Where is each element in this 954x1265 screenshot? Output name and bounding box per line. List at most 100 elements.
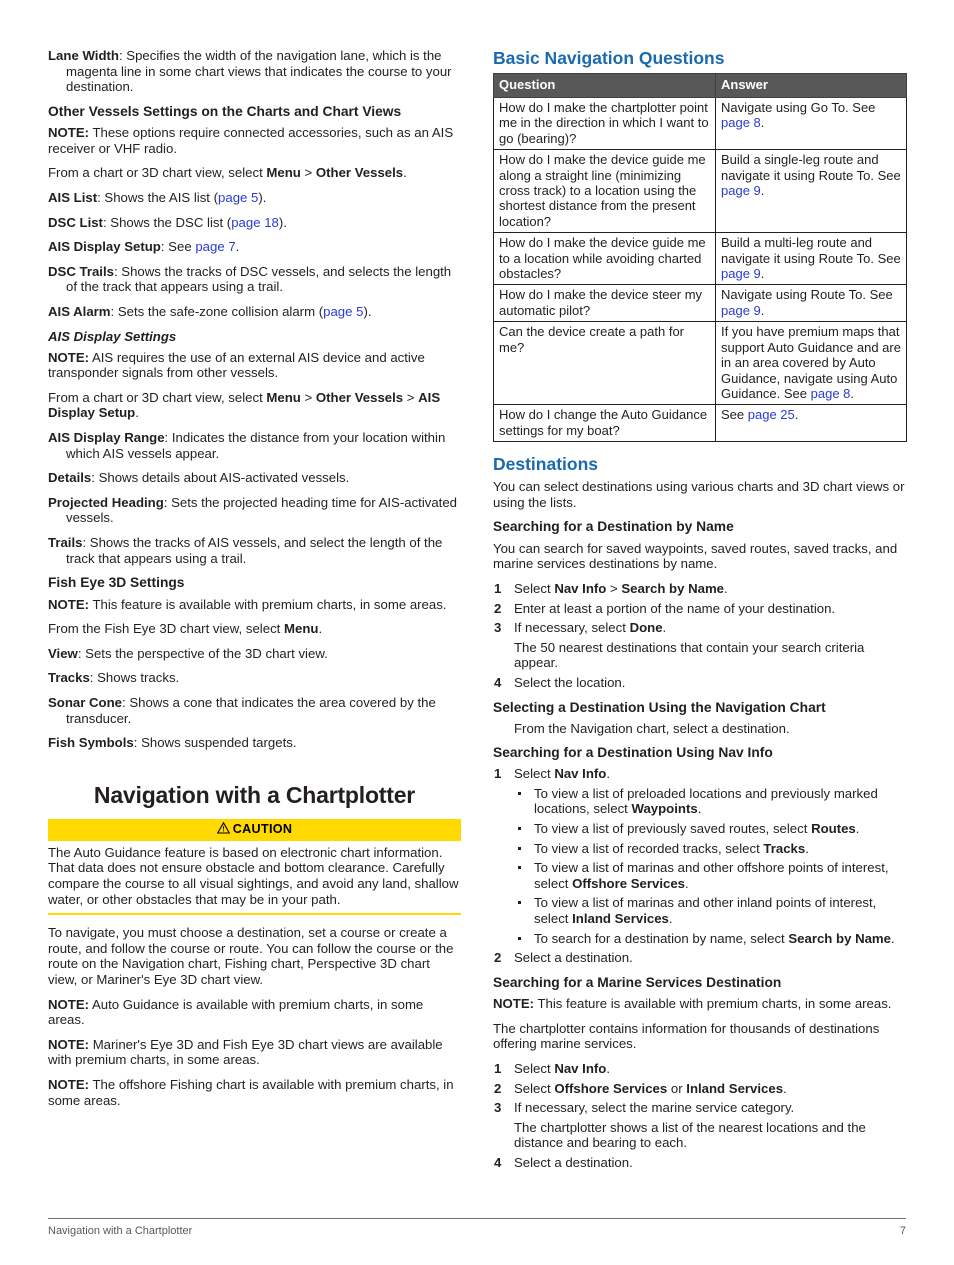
- cell-answer: Navigate using Route To. See page 9.: [715, 284, 907, 323]
- definition-text-after: .: [235, 239, 240, 255]
- note-text: Mariner's Eye 3D and Fish Eye 3D chart v…: [48, 1036, 443, 1068]
- step-period: .: [783, 1080, 787, 1096]
- ui-label: Nav Info: [554, 1060, 607, 1076]
- definition-text-after: ).: [363, 304, 372, 320]
- page-link[interactable]: page 25: [748, 407, 795, 422]
- step-item: 2 Enter at least a portion of the name of…: [493, 601, 906, 617]
- page-link[interactable]: page 18: [231, 215, 279, 230]
- ui-label: Waypoints: [631, 801, 698, 817]
- definition-lane-width: Lane Width: Specifies the width of the n…: [48, 48, 461, 95]
- definition-sonar-cone: Sonar Cone: Shows a cone that indicates …: [48, 695, 461, 726]
- answer-text-after: .: [760, 115, 765, 131]
- note-text: These options require connected accessor…: [48, 125, 454, 156]
- definition-text: : See: [160, 239, 196, 255]
- cell-answer: Build a multi-leg route and navigate it …: [715, 232, 907, 286]
- step-number: 2: [494, 1080, 502, 1096]
- heading-destinations: Destinations: [493, 454, 599, 475]
- step-text: Enter at least a portion of the name of …: [514, 600, 836, 616]
- definition-text-after: ).: [258, 190, 267, 206]
- marine-services-result-note: The chartplotter shows a list of the nea…: [514, 1119, 866, 1151]
- footer-chapter-label: Navigation with a Chartplotter: [48, 1225, 193, 1237]
- table-header-row: Question Answer: [493, 73, 907, 98]
- cell-question: How do I make the device steer my automa…: [493, 284, 716, 323]
- definition-text: : Shows the tracks of DSC vessels, and s…: [66, 263, 452, 295]
- menu-path-separator: >: [403, 389, 419, 405]
- list-item: To view a list of previously saved route…: [514, 821, 906, 837]
- page-link[interactable]: page 7: [195, 239, 235, 254]
- bullet-period: .: [685, 875, 689, 891]
- answer-text-after: .: [760, 183, 765, 199]
- step-item: 4 Select a destination.: [493, 1155, 906, 1171]
- term-ais-display-setup: AIS Display Setup: [48, 239, 161, 255]
- page-link[interactable]: page 5: [323, 304, 363, 319]
- select-nav-chart-body: From the Navigation chart, select a dest…: [514, 721, 790, 737]
- note-auto-guidance: NOTE: Auto Guidance is available with pr…: [48, 997, 461, 1028]
- heading-fish-eye-3d-settings: Fish Eye 3D Settings: [48, 575, 185, 591]
- definition-trails: Trails: Shows the tracks of AIS vessels,…: [48, 535, 461, 566]
- ui-label: Done: [629, 620, 663, 636]
- manual-page: Lane Width: Specifies the width of the n…: [0, 0, 954, 1265]
- definition-ais-display-setup: AIS Display Setup: See page 7.: [48, 239, 461, 255]
- term-ais-alarm: AIS Alarm: [48, 304, 111, 320]
- step-text: Select: [514, 581, 555, 596]
- answer-text-after: .: [760, 266, 765, 282]
- step-item: 1 Select Nav Info.: [493, 766, 906, 782]
- term-lane-width: Lane Width: [48, 48, 119, 63]
- heading-searching-destination-by-name: Searching for a Destination by Name: [493, 519, 734, 535]
- step-number: 1: [494, 766, 502, 782]
- menu-path-ais-display-setup: From a chart or 3D chart view, select Me…: [48, 390, 461, 421]
- page-link[interactable]: page 8: [721, 115, 761, 130]
- menu-path-period: .: [135, 405, 139, 421]
- step-text: Select the location.: [514, 674, 626, 690]
- step-text: Select: [514, 766, 555, 782]
- ui-label: Inland Services: [572, 910, 669, 926]
- heading-searching-destination-nav-info: Searching for a Destination Using Nav In…: [493, 744, 773, 760]
- step-item: 2 Select a destination.: [493, 950, 906, 966]
- term-ais-list: AIS List: [48, 190, 98, 206]
- list-item: To view a list of preloaded locations an…: [514, 786, 906, 817]
- definition-text: : Shows the AIS list (: [97, 190, 219, 206]
- term-projected-heading: Projected Heading: [48, 494, 164, 510]
- page-link[interactable]: page 5: [218, 190, 258, 205]
- menu-label: Menu: [284, 621, 319, 637]
- cell-question: How do I change the Auto Guidance settin…: [493, 404, 716, 443]
- page-footer: Navigation with a Chartplotter 7: [48, 1218, 906, 1238]
- search-by-name-result-note: The 50 nearest destinations that contain…: [514, 639, 865, 671]
- page-link[interactable]: page 9: [721, 266, 761, 281]
- step-number: 1: [494, 581, 502, 596]
- bullet-text: To view a list of recorded tracks, selec…: [534, 840, 764, 856]
- warning-triangle-icon: [216, 821, 231, 838]
- page-link[interactable]: page 8: [811, 386, 851, 401]
- definition-projected-heading: Projected Heading: Sets the projected he…: [48, 495, 461, 526]
- caution-box: CAUTION The Auto Guidance feature is bas…: [48, 818, 461, 916]
- step-number: 3: [494, 1100, 502, 1116]
- ui-label: Offshore Services: [572, 875, 686, 891]
- table-row: How do I change the Auto Guidance settin…: [493, 404, 907, 443]
- page-link[interactable]: page 9: [721, 303, 761, 318]
- ui-label: Nav Info: [554, 581, 607, 596]
- page-link[interactable]: page 9: [721, 183, 761, 198]
- step-number: 3: [494, 620, 502, 636]
- step-text: Select a destination.: [514, 950, 633, 966]
- step-item: 1 Select Nav Info > Search by Name.: [493, 581, 906, 597]
- definition-text: : Sets the safe-zone collision alarm (: [110, 304, 324, 320]
- ui-label: Nav Info: [554, 766, 607, 782]
- cell-answer: If you have premium maps that support Au…: [715, 321, 907, 406]
- definition-text: : Shows tracks.: [89, 670, 180, 686]
- list-item: To view a list of marinas and other offs…: [514, 860, 906, 891]
- definition-details: Details: Shows details about AIS-activat…: [48, 470, 461, 486]
- caution-bar: CAUTION: [48, 818, 461, 841]
- definition-text: : Shows suspended targets.: [133, 735, 297, 751]
- term-ais-display-range: AIS Display Range: [48, 430, 165, 445]
- cell-answer: Build a single-leg route and navigate it…: [715, 149, 907, 234]
- column-header-answer: Answer: [715, 73, 907, 98]
- step-number: 2: [494, 600, 502, 616]
- heading-basic-navigation-questions: Basic Navigation Questions: [493, 48, 725, 68]
- ui-label: Offshore Services: [554, 1080, 668, 1096]
- menu-label: Menu: [266, 165, 301, 181]
- caution-label: CAUTION: [232, 821, 293, 836]
- marine-services-steps-cont: 4 Select a destination.: [493, 1155, 906, 1171]
- cell-question: How do I make the chartplotter point me …: [493, 96, 716, 151]
- nav-info-options-list: To view a list of preloaded locations an…: [493, 786, 906, 946]
- step-item: 2 Select Offshore Services or Inland Serv…: [493, 1081, 906, 1097]
